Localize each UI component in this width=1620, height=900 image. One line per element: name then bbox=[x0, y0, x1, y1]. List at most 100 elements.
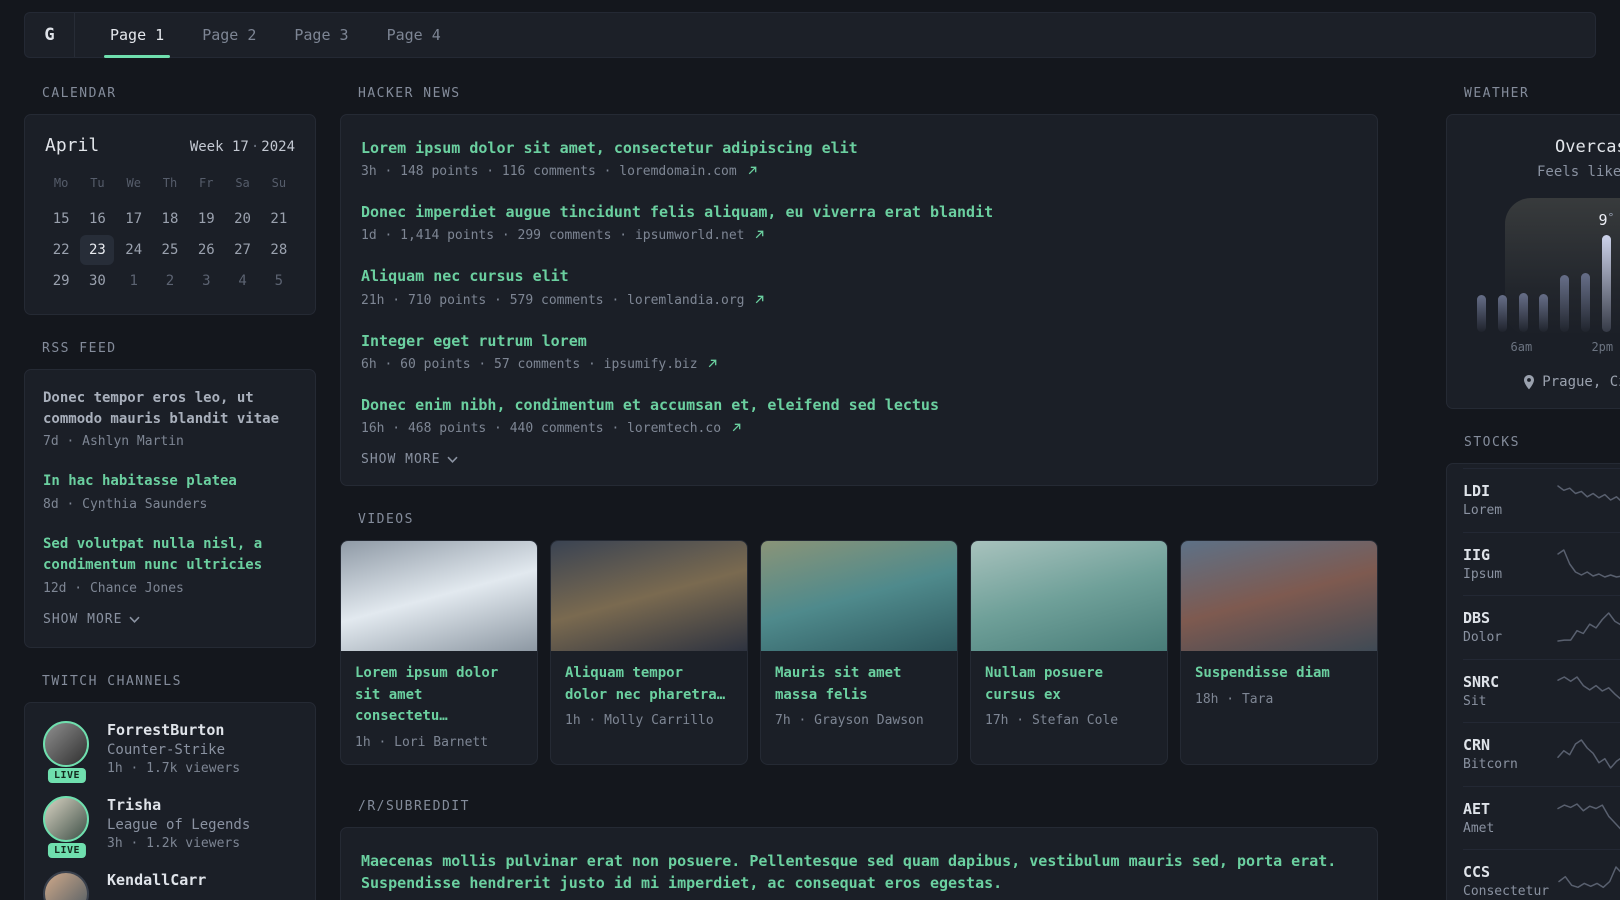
rss-items: Donec tempor eros leo, ut commodo mauris… bbox=[43, 388, 297, 596]
weather-bar bbox=[1560, 275, 1570, 332]
hn-meta-text: 16h · 468 points · 440 comments · bbox=[361, 420, 620, 436]
hn-story-link[interactable]: Aliquam nec cursus elit bbox=[361, 265, 1357, 287]
hn-domain-link[interactable]: ipsumify.biz bbox=[604, 357, 698, 372]
video-title: Mauris sit amet massa felis bbox=[775, 664, 902, 703]
video-card[interactable]: Suspendisse diam 18h · Tara bbox=[1180, 539, 1378, 765]
location-text: Prague, Czechia bbox=[1542, 374, 1620, 390]
weather-hourly-chart: 9° bbox=[1471, 198, 1620, 336]
hn-story-link[interactable]: Donec imperdiet augue tincidunt felis al… bbox=[361, 201, 1357, 223]
weather-feels-like: Feels like 5°C bbox=[1536, 164, 1620, 180]
stock-row: CRN Bitcorn -1.00% $66,171.48 bbox=[1463, 722, 1620, 786]
reddit-post-link[interactable]: Maecenas mollis pulvinar erat non posuer… bbox=[361, 850, 1357, 894]
weather-condition: Overcast bbox=[1555, 137, 1620, 157]
video-meta: 1h · Lori Barnett bbox=[355, 735, 489, 750]
stock-row: SNRC Sit +1.36% $148.64 bbox=[1463, 658, 1620, 723]
calendar-day: 25 bbox=[161, 242, 179, 258]
rss-item-link[interactable]: In hac habitasse platea bbox=[43, 471, 297, 492]
rss-item-link[interactable]: Sed volutpat nulla nisl, a condimentum n… bbox=[43, 534, 297, 575]
hn-story-link[interactable]: Donec enim nibh, condimentum et accumsan… bbox=[361, 394, 1357, 416]
channel-name: Trisha bbox=[107, 795, 162, 814]
calendar-day: 4 bbox=[238, 273, 247, 289]
avatar-wrap: LIVE bbox=[43, 720, 91, 783]
weather-section-label: WEATHER bbox=[1464, 86, 1530, 101]
stock-name: Sit bbox=[1463, 693, 1487, 709]
page-tab[interactable]: Page 2 bbox=[188, 13, 270, 57]
video-card[interactable]: Nullam posuere cursus ex 17h · Stefan Co… bbox=[970, 539, 1168, 765]
stock-symbol: DBS bbox=[1463, 609, 1491, 628]
calendar-day: 29 bbox=[52, 273, 70, 289]
weekday-label: Mo bbox=[53, 176, 69, 190]
time-label bbox=[1491, 340, 1511, 354]
video-title: Suspendisse diam bbox=[1195, 664, 1330, 681]
temperature-label: 9° bbox=[1598, 211, 1615, 230]
hn-story-link[interactable]: Lorem ipsum dolor sit amet, consectetur … bbox=[361, 137, 1357, 159]
page-tab[interactable]: Page 4 bbox=[373, 13, 455, 57]
stocks-list: LDI Lorem +4.35% $795.18 IIG Ips bbox=[1463, 468, 1620, 900]
hn-item: Integer eget rutrum lorem 6h · 60 points… bbox=[361, 330, 1357, 372]
hn-domain-link[interactable]: loremlandia.org bbox=[627, 293, 744, 308]
rss-item-meta: 7d · Ashlyn Martin bbox=[43, 434, 184, 450]
hn-meta-text: 6h · 60 points · 57 comments · bbox=[361, 356, 596, 372]
avatar bbox=[43, 870, 89, 900]
show-more-button[interactable]: SHOW MORE bbox=[361, 450, 459, 469]
stock-name: Lorem bbox=[1463, 503, 1503, 519]
hn-domain-link[interactable]: loremdomain.com bbox=[619, 164, 736, 179]
show-more-button[interactable]: SHOW MORE bbox=[43, 610, 141, 629]
calendar-day: 17 bbox=[125, 211, 143, 227]
stock-symbol: IIG bbox=[1463, 545, 1491, 564]
page-tab[interactable]: Page 3 bbox=[280, 13, 362, 57]
stock-symbol: CRN bbox=[1463, 736, 1491, 755]
videos-section-label: VIDEOS bbox=[358, 511, 414, 527]
calendar-section-label: CALENDAR bbox=[42, 86, 117, 101]
weekday-label: Su bbox=[271, 176, 287, 190]
external-link-icon bbox=[732, 423, 741, 432]
stock-sparkline bbox=[1557, 676, 1620, 700]
weekday-label: Fr bbox=[199, 176, 214, 190]
twitch-channel-list: LIVE ForrestBurton Counter-Strike 1h · 1… bbox=[43, 720, 297, 900]
stock-row: IIG Ipsum +2.84% $42.04 bbox=[1463, 531, 1620, 596]
external-link-icon bbox=[756, 231, 764, 239]
channel-meta: 3h · 1.2k viewers bbox=[107, 835, 241, 851]
hn-story-link[interactable]: Integer eget rutrum lorem bbox=[361, 330, 1357, 352]
rss-item-link[interactable]: Donec tempor eros leo, ut commodo mauris… bbox=[43, 388, 297, 429]
calendar-day: 22 bbox=[52, 242, 70, 258]
hackernews-items: Lorem ipsum dolor sit amet, consectetur … bbox=[361, 137, 1357, 436]
video-card[interactable]: Aliquam tempor dolor nec pharetra… 1h · … bbox=[550, 539, 748, 765]
calendar-year: 2024 bbox=[261, 139, 295, 155]
hn-item: Lorem ipsum dolor sit amet, consectetur … bbox=[361, 137, 1357, 179]
calendar-day: 16 bbox=[88, 211, 106, 227]
hn-item: Donec imperdiet augue tincidunt felis al… bbox=[361, 201, 1357, 243]
weather-bar-cell bbox=[1471, 214, 1492, 332]
video-title: Lorem ipsum dolor sit amet consectetu… bbox=[355, 664, 499, 725]
twitch-channels-widget: LIVE ForrestBurton Counter-Strike 1h · 1… bbox=[24, 701, 316, 900]
live-badge: LIVE bbox=[47, 842, 87, 858]
twitch-channel-row[interactable]: KendallCarr bbox=[43, 870, 297, 900]
logo[interactable]: G bbox=[25, 13, 75, 57]
rss-item: Sed volutpat nulla nisl, a condimentum n… bbox=[43, 534, 297, 595]
map-pin-icon bbox=[1524, 374, 1535, 389]
twitch-section-label: TWITCH CHANNELS bbox=[42, 673, 182, 689]
avatar-wrap: LIVE bbox=[43, 795, 91, 858]
calendar-day: 23 bbox=[80, 235, 115, 265]
stock-sparkline bbox=[1557, 739, 1620, 769]
channel-name: KendallCarr bbox=[107, 870, 207, 889]
video-meta: 1h · Molly Carrillo bbox=[565, 713, 714, 729]
video-card[interactable]: Mauris sit amet massa felis 7h · Grayson… bbox=[760, 539, 958, 765]
twitch-channel-row[interactable]: LIVE Trisha League of Legends 3h · 1.2k … bbox=[43, 795, 297, 858]
hn-meta-text: 21h · 710 points · 579 comments · bbox=[361, 292, 620, 308]
video-card[interactable]: Lorem ipsum dolor sit amet consectetu… 1… bbox=[340, 539, 538, 765]
video-thumbnail bbox=[971, 540, 1167, 651]
calendar-widget: April Week 17 · 2024 Mo Tu We Th Fr Sa Su 15 16 17… bbox=[24, 114, 316, 315]
hn-domain-link[interactable]: loremtech.co bbox=[627, 421, 721, 436]
stock-sparkline bbox=[1557, 485, 1620, 502]
twitch-channel-row[interactable]: LIVE ForrestBurton Counter-Strike 1h · 1… bbox=[43, 720, 297, 783]
calendar-week-year: Week 17 · 2024 bbox=[190, 139, 295, 155]
weekday-label: Th bbox=[162, 176, 178, 190]
hn-domain-link[interactable]: ipsumworld.net bbox=[635, 228, 745, 243]
avatar bbox=[43, 720, 89, 767]
stock-name: Consectetur bbox=[1463, 884, 1550, 900]
page-tab[interactable]: Page 1 bbox=[96, 13, 178, 58]
top-nav: G Page 1 Page 2 Page 3 Page 4 bbox=[24, 12, 1596, 58]
stock-symbol: LDI bbox=[1463, 482, 1491, 501]
stock-symbol: SNRC bbox=[1463, 672, 1500, 691]
